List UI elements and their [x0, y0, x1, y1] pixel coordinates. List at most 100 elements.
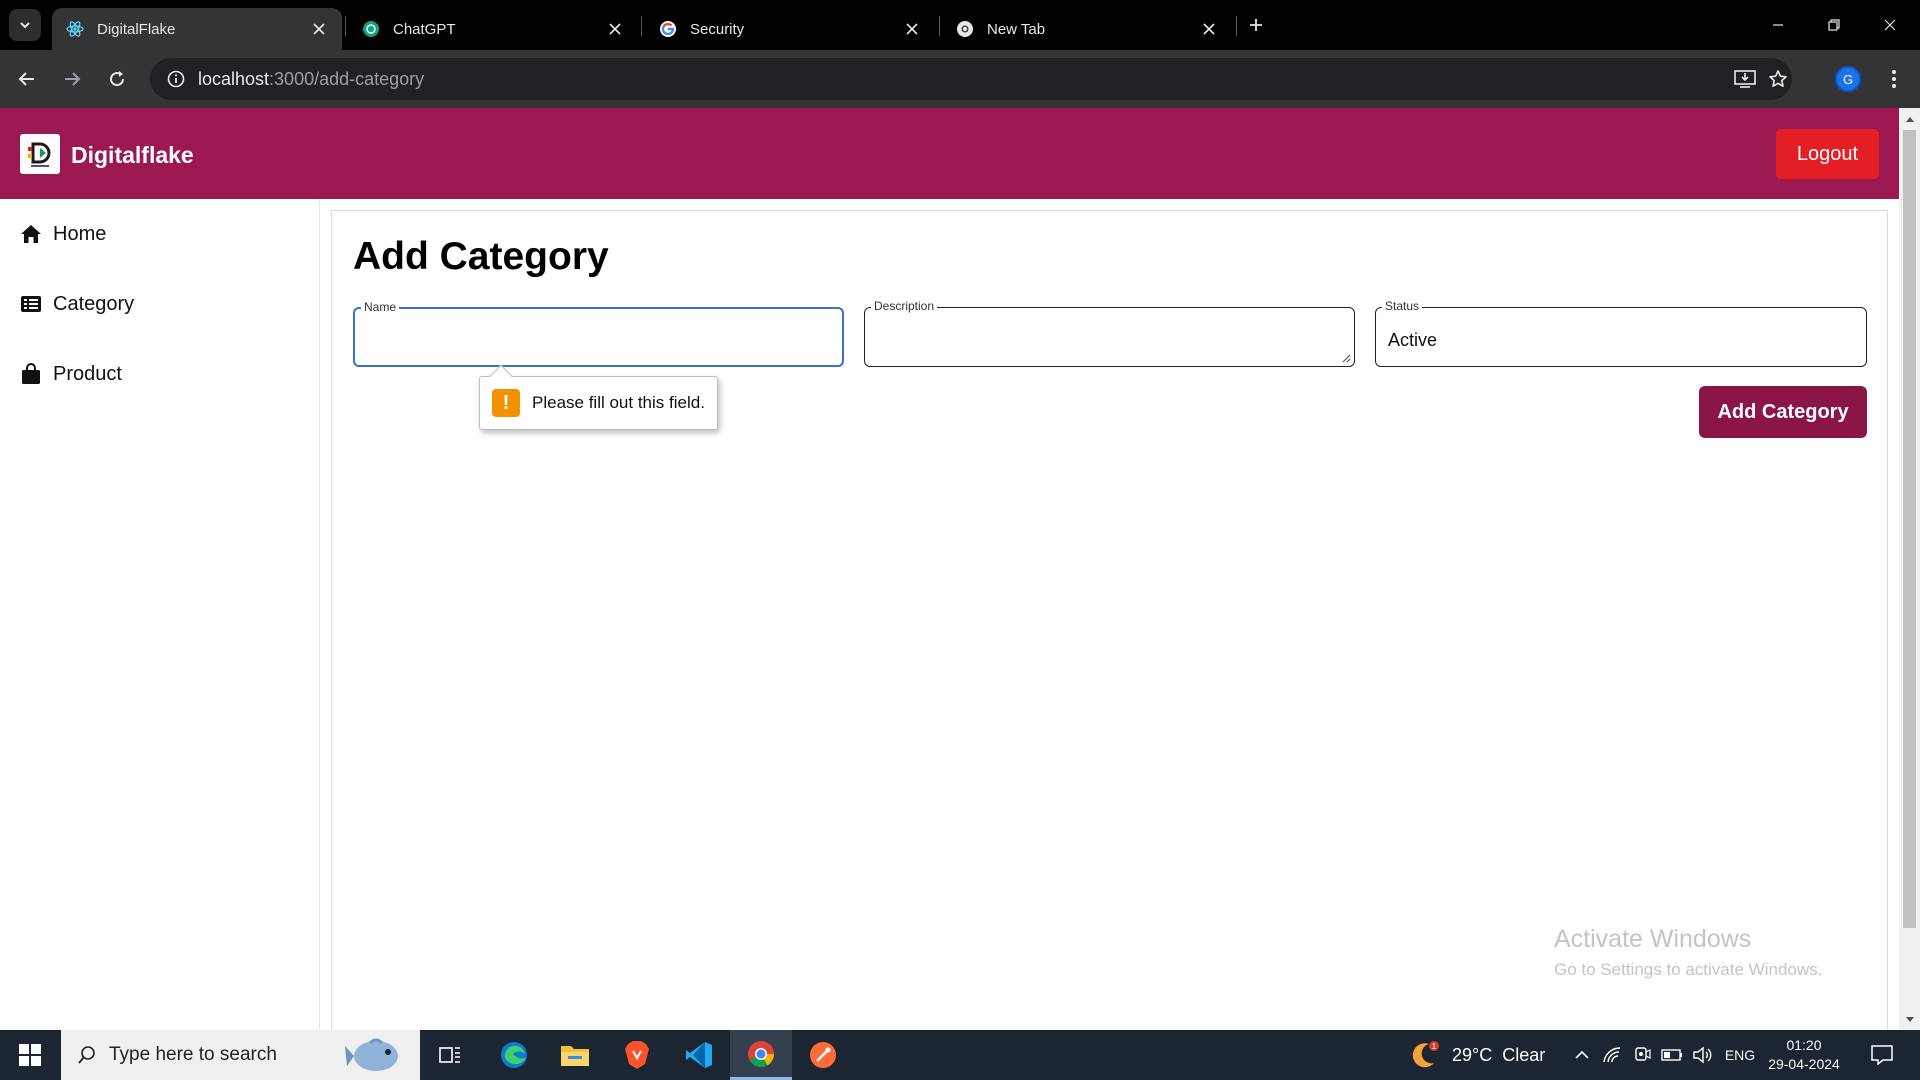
meet-now-tray[interactable] [1629, 1030, 1655, 1080]
task-view-icon [439, 1047, 460, 1063]
tab-digitalflake[interactable]: DigitalFlake [52, 8, 342, 50]
add-category-button[interactable]: Add Category [1699, 386, 1867, 438]
taskbar-postman[interactable] [792, 1030, 854, 1080]
taskbar-file-explorer[interactable] [544, 1030, 606, 1080]
digitalflake-logo-icon [28, 142, 51, 167]
more-vert-icon [1892, 70, 1896, 88]
show-hidden-icons-button[interactable] [1569, 1030, 1595, 1080]
sidebar-item-label: Home [53, 222, 107, 245]
address-bar[interactable]: localhost:3000/add-category [150, 58, 1792, 100]
app-header: Digitalflake Logout [0, 108, 1899, 199]
url-text: localhost:3000/add-category [198, 68, 425, 89]
resize-grip-icon[interactable] [1341, 353, 1351, 363]
tab-new-tab[interactable]: New Tab [942, 8, 1232, 50]
sidebar-item-category[interactable]: Category [20, 286, 134, 322]
tab-title: DigitalFlake [97, 20, 176, 38]
chrome-icon [748, 1040, 775, 1067]
browser-menu-button[interactable] [1878, 63, 1910, 95]
arrow-right-icon [65, 72, 81, 86]
sidebar-item-label: Product [53, 362, 122, 385]
chevron-down-icon [20, 22, 30, 29]
reload-button[interactable] [101, 63, 133, 95]
search-highlight-fish-icon [345, 1038, 398, 1071]
notifications-button[interactable] [1862, 1030, 1902, 1080]
reload-icon [110, 71, 125, 87]
tab-search-button[interactable] [9, 9, 41, 41]
shopping-bag-icon [20, 363, 42, 385]
weather-text: 29°C Clear [1452, 1044, 1546, 1065]
brand-name: Digitalflake [71, 142, 194, 168]
page-scrollbar[interactable] [1899, 108, 1920, 1030]
taskbar-clock[interactable]: 01:20 29-04-2024 [1766, 1036, 1842, 1074]
description-field[interactable]: Description [864, 299, 1355, 367]
install-app-icon[interactable] [1729, 63, 1761, 95]
input-language[interactable]: ENG [1720, 1030, 1760, 1080]
close-icon[interactable] [1200, 20, 1218, 38]
brand-logo[interactable] [20, 134, 60, 174]
taskbar-vscode[interactable] [668, 1030, 730, 1080]
tab-separator [1236, 16, 1237, 36]
restore-button[interactable] [1804, 0, 1864, 50]
tab-title: New Tab [987, 20, 1046, 38]
react-icon [66, 20, 84, 38]
forward-button[interactable] [56, 63, 88, 95]
chrome-icon [956, 20, 974, 38]
taskbar-weather[interactable]: 1 29°C Clear [1412, 1030, 1545, 1080]
postman-icon [810, 1042, 836, 1068]
list-icon [20, 293, 42, 315]
sidebar-item-product[interactable]: Product [20, 356, 122, 392]
minimize-icon [1773, 24, 1783, 26]
warning-icon: ! [492, 389, 520, 417]
weather-badge-count: 1 [1432, 1042, 1437, 1051]
close-icon [1884, 19, 1896, 31]
network-tray[interactable] [1599, 1030, 1625, 1080]
webcam-icon [1635, 1047, 1651, 1061]
volume-tray[interactable] [1689, 1030, 1715, 1080]
profile-avatar[interactable]: G [1835, 66, 1861, 92]
clock-date: 29-04-2024 [1768, 1056, 1840, 1072]
taskbar-brave[interactable] [606, 1030, 668, 1080]
chatgpt-icon [362, 20, 380, 38]
notification-icon [1871, 1045, 1893, 1065]
status-field[interactable]: Status Active [1375, 299, 1867, 367]
taskbar-edge[interactable] [483, 1030, 545, 1080]
close-icon[interactable] [903, 20, 921, 38]
sidebar-item-home[interactable]: Home [20, 216, 106, 252]
page-title: Add Category [353, 235, 609, 278]
star-icon[interactable] [1762, 63, 1794, 95]
moon-weather-icon: 1 [1412, 1041, 1439, 1068]
validation-message: Please fill out this field. [532, 393, 705, 412]
sidebar-item-label: Category [53, 292, 135, 315]
new-tab-button[interactable] [1242, 13, 1270, 37]
validation-tooltip: ! Please fill out this field. [479, 364, 718, 430]
taskbar-search-box[interactable]: Type here to search [61, 1030, 420, 1080]
minimize-button[interactable] [1748, 0, 1808, 50]
scroll-down-icon[interactable] [1904, 1014, 1915, 1025]
close-icon[interactable] [310, 20, 328, 38]
taskbar-chrome[interactable] [730, 1030, 792, 1080]
restore-icon [1828, 19, 1840, 31]
search-icon [78, 1046, 95, 1064]
description-label: Description [871, 299, 938, 313]
logout-button[interactable]: Logout [1776, 129, 1879, 179]
close-icon[interactable] [606, 20, 624, 38]
start-button[interactable] [0, 1030, 60, 1080]
name-label: Name [361, 300, 400, 314]
sidebar: Home Category Product [0, 199, 320, 1030]
edge-icon [501, 1042, 527, 1068]
back-button[interactable] [11, 63, 43, 95]
tab-security[interactable]: Security [645, 8, 935, 50]
site-info-icon[interactable] [156, 59, 196, 99]
task-view-button[interactable] [419, 1030, 481, 1080]
tab-chatgpt[interactable]: ChatGPT [348, 8, 638, 50]
browser-tab-strip: DigitalFlake ChatGPT Security New Tab [0, 0, 1920, 50]
scrollbar-thumb[interactable] [1903, 130, 1916, 928]
scroll-up-icon[interactable] [1904, 113, 1915, 124]
clock-time: 01:20 [1786, 1037, 1822, 1053]
tab-title: Security [690, 20, 745, 38]
name-field[interactable]: Name [353, 300, 844, 367]
activate-windows-title: Activate Windows [1554, 925, 1752, 953]
close-window-button[interactable] [1860, 0, 1920, 50]
battery-tray[interactable] [1659, 1030, 1685, 1080]
status-select[interactable]: Active [1388, 330, 1437, 351]
